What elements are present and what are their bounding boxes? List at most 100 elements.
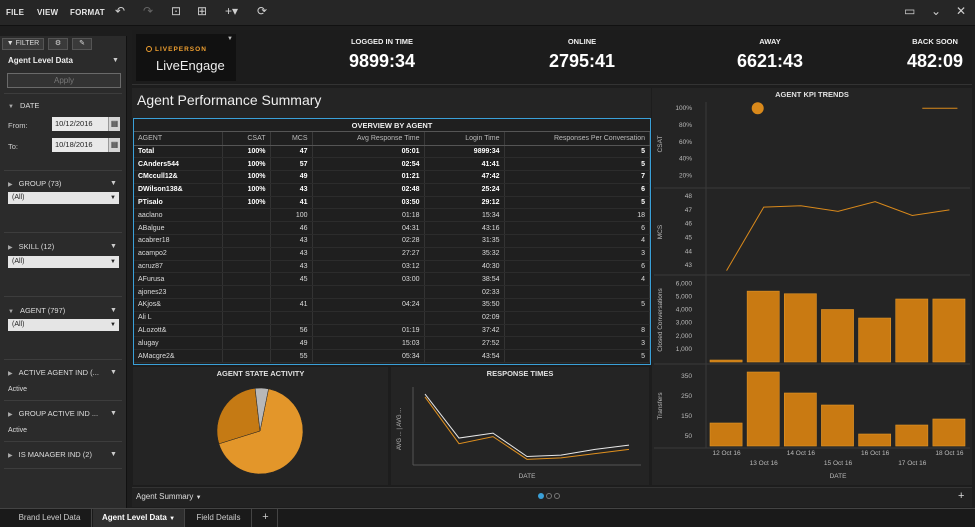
chevron-down-icon[interactable]: ▼ xyxy=(110,243,117,250)
add-page-icon[interactable]: + xyxy=(958,490,964,502)
table-row[interactable]: ALozott& 56 01:19 37:42 8 xyxy=(134,324,650,338)
is-manager-section[interactable]: ▶ IS MANAGER IND (2) xyxy=(8,450,92,459)
chevron-down-icon[interactable]: ▼ xyxy=(110,451,117,458)
col-header[interactable]: Responses Per Conversation xyxy=(504,132,650,146)
tab-filter[interactable]: ▼ FILTER xyxy=(2,38,44,50)
chevron-down-icon[interactable]: ▼ xyxy=(227,36,233,42)
page-dot[interactable] xyxy=(554,493,560,499)
table-cell: 100% xyxy=(222,157,271,172)
add-icon[interactable]: +▾ xyxy=(225,4,238,18)
col-header[interactable]: AGENT xyxy=(134,132,223,146)
agent-select[interactable]: (All) ▼ xyxy=(8,319,119,331)
table-cell: 01:18 xyxy=(312,208,425,223)
overview-table-panel[interactable]: OVERVIEW BY AGENT AGENT CSAT MCS Avg Res… xyxy=(133,118,651,365)
calendar-icon[interactable]: ▦ xyxy=(108,117,120,131)
table-cell xyxy=(270,311,313,325)
chevron-down-icon[interactable]: ▼ xyxy=(112,57,119,64)
kpi-trends-panel[interactable]: AGENT KPI TRENDS CSAT 100% 80% 60% 40% 20% MCS… xyxy=(652,88,972,485)
table-row[interactable]: AKjos& 41 04:24 35:50 5 xyxy=(134,298,650,312)
menu-view[interactable]: VIEW xyxy=(37,8,58,17)
response-times-panel[interactable]: RESPONSE TIMES AVG ... | AVG ... DATE xyxy=(391,367,649,485)
liveperson-logo[interactable]: LIVEPERSON LiveEngage ▼ xyxy=(136,34,236,81)
table-row[interactable]: alugay 49 15:03 27:52 3 xyxy=(134,336,650,351)
refresh-icon[interactable]: ⟳ xyxy=(257,4,267,18)
table-row[interactable]: acampo2 43 27:27 35:32 3 xyxy=(134,247,650,261)
menu-format[interactable]: FORMAT xyxy=(70,8,105,17)
y-axis-label: MCS xyxy=(657,224,664,239)
tab-agent-level[interactable]: Agent Level Data ▼ xyxy=(93,509,185,527)
table-cell: aaclano xyxy=(134,208,223,223)
page-title: Agent Performance Summary xyxy=(137,92,322,108)
calendar-icon[interactable]: ▦ xyxy=(108,138,120,152)
table-cell: 5 xyxy=(504,298,650,312)
table-row[interactable]: Total 100% 47 05:01 9899:34 5 xyxy=(134,145,650,159)
view-select[interactable]: Agent Summary ▼ xyxy=(136,492,202,501)
table-row[interactable]: Ali L 02:09 xyxy=(134,311,650,325)
gear-icon: ⚙ xyxy=(54,40,62,47)
page-dot[interactable] xyxy=(546,493,552,499)
table-cell: 4 xyxy=(504,272,650,287)
page-dot-active[interactable] xyxy=(538,493,544,499)
sheet-tabs: Brand Level Data Agent Level Data ▼ Fiel… xyxy=(0,508,975,527)
agent-state-panel[interactable]: AGENT STATE ACTIVITY xyxy=(133,367,388,485)
table-row[interactable]: CMccull12& 100% 49 01:21 47:42 7 xyxy=(134,170,650,184)
save-icon[interactable]: ⊡ xyxy=(171,4,181,18)
present-icon[interactable]: ▭ xyxy=(904,4,915,18)
to-label: To: xyxy=(8,142,19,151)
col-header[interactable]: CSAT xyxy=(222,132,271,146)
tab-settings[interactable]: ⚙ xyxy=(48,38,68,50)
chevron-down-icon[interactable]: ▼ xyxy=(110,307,117,314)
add-chart-icon[interactable]: ⊞ xyxy=(197,4,207,18)
chevron-down-icon[interactable]: ▼ xyxy=(110,180,117,187)
table-cell: 05:34 xyxy=(312,349,425,364)
chevron-down-icon[interactable]: ⌄ xyxy=(931,4,941,18)
agent-section[interactable]: ▼ AGENT (797) xyxy=(8,306,65,315)
close-icon[interactable]: ✕ xyxy=(956,4,966,18)
table-row[interactable]: acabrer18 43 02:28 31:35 4 xyxy=(134,234,650,248)
sidebar-title[interactable]: Agent Level Data xyxy=(8,56,73,65)
group-select[interactable]: (All) ▼ xyxy=(8,192,119,204)
table-cell: 43:54 xyxy=(424,349,505,364)
table-row[interactable]: acruz87 43 03:12 40:30 6 xyxy=(134,260,650,274)
col-header[interactable]: Avg Response Time xyxy=(312,132,425,146)
tab-edit[interactable]: ✎ xyxy=(72,38,92,50)
date-section[interactable]: ▼ DATE xyxy=(8,101,39,110)
table-row[interactable]: ajones23 02:33 xyxy=(134,285,650,300)
chevron-down-icon[interactable]: ▼ xyxy=(110,410,117,417)
chevron-down-icon: ▼ xyxy=(195,495,202,501)
add-tab-icon[interactable]: + xyxy=(254,509,278,527)
menu-file[interactable]: FILE xyxy=(6,8,24,17)
skill-section[interactable]: ▶ SKILL (12) xyxy=(8,242,54,251)
table-cell: 02:09 xyxy=(424,311,505,325)
table-row[interactable]: DWilson138& 100% 43 02:48 25:24 6 xyxy=(134,183,650,197)
bar xyxy=(709,359,743,363)
apply-button[interactable]: Apply xyxy=(7,73,121,88)
skill-select[interactable]: (All) ▼ xyxy=(8,256,119,268)
group-active-section[interactable]: ▶ GROUP ACTIVE IND ... xyxy=(8,409,98,418)
table-cell: 47 xyxy=(270,145,313,159)
table-row[interactable]: ABalgue 46 04:31 43:16 6 xyxy=(134,221,650,236)
tab-brand-level[interactable]: Brand Level Data xyxy=(8,509,92,527)
tab-field-details[interactable]: Field Details xyxy=(186,509,252,527)
dashboard-footer: Agent Summary ▼ + xyxy=(132,487,972,507)
col-header[interactable]: Login Time xyxy=(424,132,505,146)
table-row[interactable]: CAnders544 100% 57 02:54 41:41 5 xyxy=(134,157,650,172)
from-date-input[interactable]: 10/12/2016 xyxy=(52,117,108,131)
table-row[interactable]: AFurusa 45 03:00 38:54 4 xyxy=(134,272,650,287)
to-date-input[interactable]: 10/18/2016 xyxy=(52,138,108,152)
y-tick-label: 50 xyxy=(685,433,693,440)
active-agent-section[interactable]: ▶ ACTIVE AGENT IND (... xyxy=(8,368,99,377)
y-tick-label: 44 xyxy=(685,248,693,255)
undo-icon[interactable]: ↶ xyxy=(115,4,125,18)
redo-icon[interactable]: ↷ xyxy=(143,4,153,18)
table-row[interactable]: AMacgre2& 55 05:34 43:54 5 xyxy=(134,349,650,364)
table-row[interactable]: PTisalo 100% 41 03:50 29:12 5 xyxy=(134,196,650,210)
table-cell: 5 xyxy=(504,145,650,159)
chevron-down-icon[interactable]: ▼ xyxy=(110,369,117,376)
y-tick-label: 43 xyxy=(685,262,693,269)
col-header[interactable]: MCS xyxy=(270,132,313,146)
filter-sidebar: ▼ FILTER ⚙ ✎ Agent Level Data ▼ Apply ▼ D… xyxy=(0,36,127,508)
group-section[interactable]: ▶ GROUP (73) xyxy=(8,179,61,188)
kpi-label: LOGGED IN TIME xyxy=(350,37,414,46)
table-row[interactable]: aaclano 100 01:18 15:34 18 xyxy=(134,208,650,223)
